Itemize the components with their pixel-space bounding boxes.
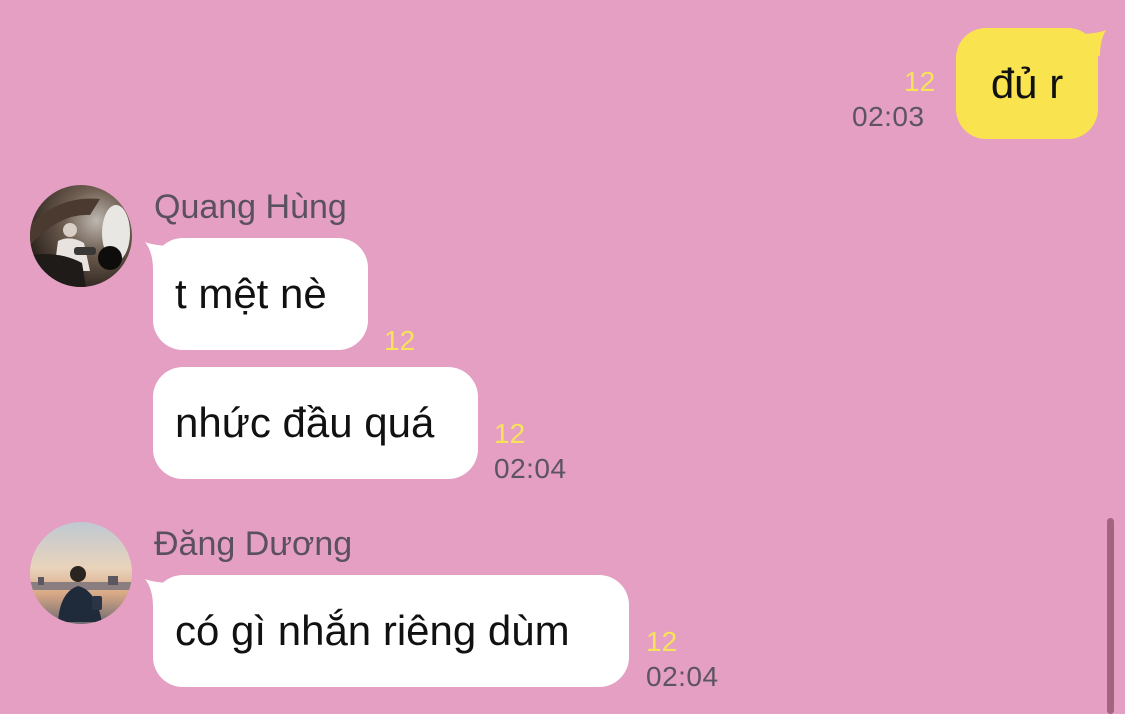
- avatar-dang-duong[interactable]: [30, 522, 132, 624]
- incoming-message-bubble[interactable]: nhức đầu quá: [153, 367, 478, 479]
- profile-photo-icon: [30, 522, 132, 624]
- sender-name: Đăng Dương: [154, 525, 353, 563]
- message-text: t mệt nè: [175, 270, 327, 317]
- unread-count: 12: [646, 626, 678, 657]
- profile-photo-icon: [30, 185, 132, 287]
- message-text: nhức đầu quá: [175, 399, 435, 446]
- message-time: 02:04: [646, 661, 719, 692]
- message-time: 02:03: [852, 101, 925, 132]
- unread-count: 12: [384, 325, 416, 356]
- chat-thread[interactable]: đủ r 12 02:03 Quang Hùng t mệt nè 12 nhứ…: [0, 0, 1125, 714]
- unread-count: 12: [904, 66, 936, 97]
- message-text: có gì nhắn riêng dùm: [175, 607, 570, 654]
- bubble-tail-icon: [1078, 30, 1106, 56]
- bubble-tail-icon: [145, 242, 175, 270]
- message-time: 02:04: [494, 453, 567, 484]
- sender-name: Quang Hùng: [154, 188, 347, 226]
- incoming-message-bubble[interactable]: có gì nhắn riêng dùm: [153, 575, 629, 687]
- outgoing-message-bubble[interactable]: đủ r: [956, 28, 1098, 139]
- incoming-message-bubble[interactable]: t mệt nè: [153, 238, 368, 350]
- avatar-quang-hung[interactable]: [30, 185, 132, 287]
- scrollbar[interactable]: [1107, 518, 1114, 714]
- unread-count: 12: [494, 418, 526, 449]
- message-text: đủ r: [990, 59, 1064, 107]
- bubble-tail-icon: [145, 579, 175, 607]
